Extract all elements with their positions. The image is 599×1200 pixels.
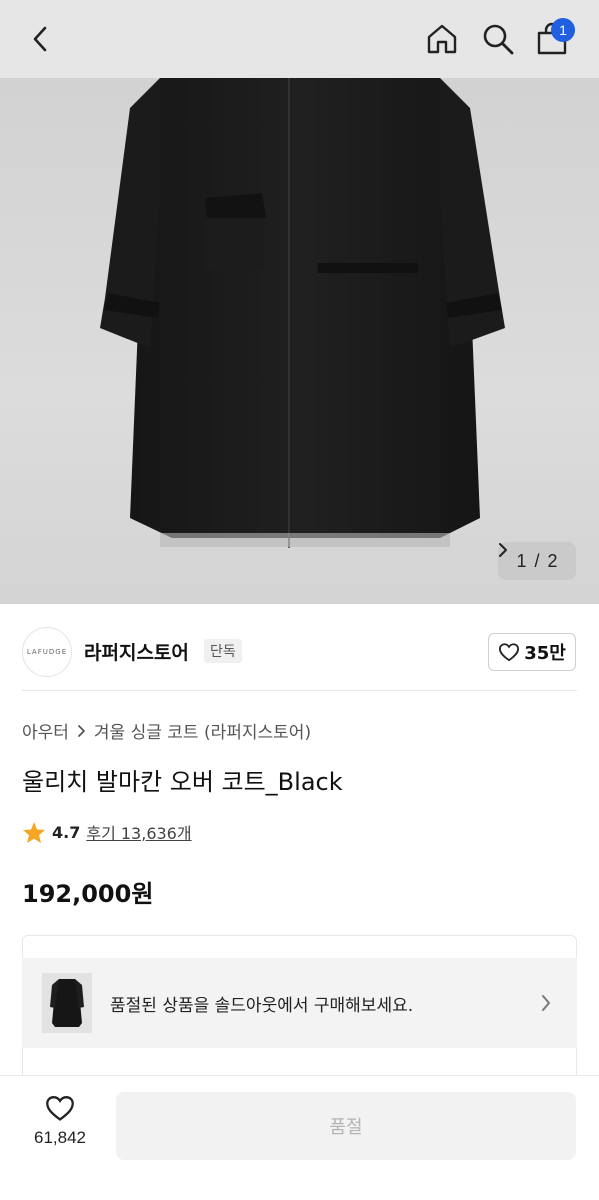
home-icon [427, 24, 457, 54]
image-current: 1 [516, 550, 527, 571]
rating-value: 4.7 [52, 822, 81, 842]
product-thumbnail [42, 973, 92, 1033]
chevron-right-icon [542, 995, 550, 1011]
reviews-link[interactable]: 후기 13,636개 [86, 820, 191, 844]
product-price: 192,000원 [22, 880, 154, 908]
top-app-bar: 1 [0, 0, 599, 78]
coat-thumbnail-icon [50, 979, 84, 1027]
wishlist-count: 61,842 [34, 1128, 86, 1147]
home-button[interactable] [422, 18, 462, 60]
rating-row: 4.7 후기 13,636개 [22, 820, 192, 844]
breadcrumb: 아우터 겨울 싱글 코트 (라퍼지스토어) [22, 718, 311, 743]
wishlist-button[interactable]: 61,842 [22, 1094, 98, 1164]
soldout-banner-text: 품절된 상품을 솔드아웃에서 구매해보세요. [110, 996, 414, 1016]
heart-outline-icon [499, 643, 520, 662]
chevron-right-icon [499, 543, 507, 557]
soldout-banner[interactable]: 품절된 상품을 솔드아웃에서 구매해보세요. [22, 958, 577, 1048]
store-logo-text: LAFUDGE [26, 648, 68, 656]
store-logo[interactable]: LAFUDGE [22, 627, 72, 677]
chevron-right-icon [78, 724, 85, 737]
store-like-button[interactable]: 35만 [488, 633, 576, 671]
product-image[interactable]: 1 / 2 [0, 78, 599, 604]
chevron-left-icon [33, 26, 47, 52]
divider [22, 690, 577, 691]
back-button[interactable] [20, 18, 60, 60]
soldout-button: 품절 [116, 1092, 576, 1160]
store-like-count: 35만 [524, 643, 566, 664]
coat-illustration [100, 78, 505, 548]
product-title: 울리치 발마칸 오버 코트_Black [22, 768, 343, 796]
star-icon [23, 821, 45, 843]
bottom-action-bar: 61,842 품절 [0, 1075, 599, 1200]
cart-count-badge: 1 [551, 18, 575, 42]
search-button[interactable] [478, 18, 518, 60]
store-row: LAFUDGE 라퍼지스토어 단독 35만 [0, 604, 599, 692]
image-separator: / [534, 550, 540, 571]
search-icon [483, 24, 514, 55]
store-name[interactable]: 라퍼지스토어 [84, 638, 189, 665]
breadcrumb-category[interactable]: 아우터 [22, 718, 69, 743]
image-counter[interactable]: 1 / 2 [498, 542, 576, 580]
breadcrumb-subcategory[interactable]: 겨울 싱글 코트 (라퍼지스토어) [94, 718, 311, 743]
exclusive-badge: 단독 [204, 639, 242, 663]
image-total: 2 [547, 550, 558, 571]
heart-outline-icon [46, 1096, 74, 1121]
